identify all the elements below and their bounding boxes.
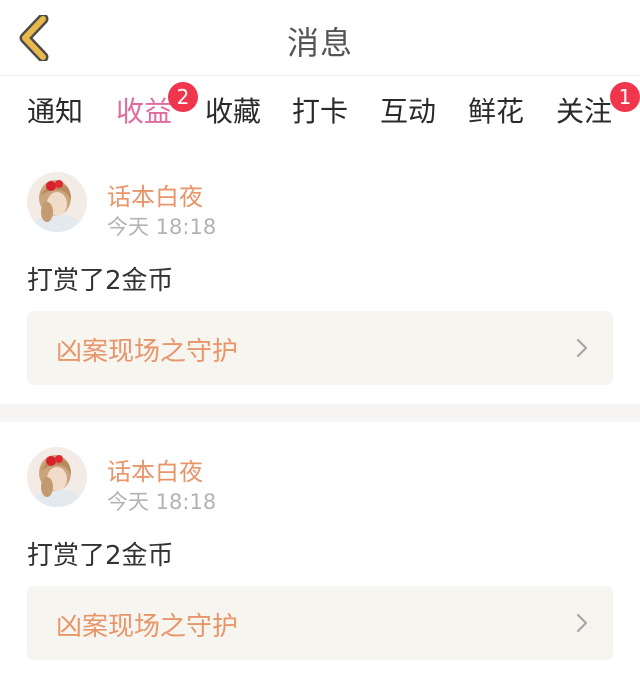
book-title: 凶案现场之守护: [56, 337, 239, 367]
section-divider: [0, 404, 640, 422]
avatar[interactable]: [27, 172, 87, 232]
tab-favorites[interactable]: 收藏: [205, 90, 261, 130]
sender-name[interactable]: 话本白夜: [107, 177, 203, 212]
tab-follows[interactable]: 关注 1: [556, 82, 640, 130]
message-card: 话本白夜 今天 18:18 打赏了2金币 凶案现场之守护: [0, 142, 640, 404]
message-text: 打赏了2金币: [27, 266, 174, 296]
avatar[interactable]: [27, 447, 87, 507]
book-title: 凶案现场之守护: [56, 612, 239, 642]
tab-label: 鲜花: [468, 95, 525, 128]
avatar-image: [27, 447, 87, 507]
book-link[interactable]: 凶案现场之守护: [27, 311, 613, 385]
tab-earnings[interactable]: 收益 2: [116, 82, 198, 150]
chevron-right-icon: [576, 613, 588, 633]
sender-name[interactable]: 话本白夜: [107, 452, 203, 487]
header-bar: 消息: [0, 0, 640, 76]
unread-badge: 1: [610, 82, 640, 112]
tab-bar: 通知 收益 2 收藏 打卡 互动 鲜花 关注 1: [0, 76, 640, 150]
message-text: 打赏了2金币: [27, 541, 174, 571]
tab-notifications[interactable]: 通知: [27, 90, 83, 130]
tab-label: 收益: [116, 95, 173, 128]
avatar-image: [27, 172, 87, 232]
tab-flowers[interactable]: 鲜花: [468, 90, 524, 130]
tab-label: 收藏: [205, 95, 262, 128]
messages-screen: 消息 通知 收益 2 收藏 打卡 互动 鲜花 关注 1 话本白夜 今天 18:1…: [0, 0, 640, 684]
chevron-right-icon: [576, 338, 588, 358]
message-time: 今天 18:18: [107, 490, 217, 514]
message-time: 今天 18:18: [107, 215, 217, 239]
unread-badge: 2: [168, 82, 198, 112]
page-title: 消息: [286, 24, 353, 62]
tab-interactions[interactable]: 互动: [380, 90, 436, 130]
tab-label: 通知: [27, 95, 84, 128]
tab-label: 关注: [556, 95, 613, 128]
book-link[interactable]: 凶案现场之守护: [27, 586, 613, 660]
tab-label: 打卡: [292, 95, 349, 128]
tab-label: 互动: [380, 95, 437, 128]
message-card: 话本白夜 今天 18:18 打赏了2金币 凶案现场之守护: [0, 422, 640, 684]
tab-checkin[interactable]: 打卡: [292, 90, 348, 130]
